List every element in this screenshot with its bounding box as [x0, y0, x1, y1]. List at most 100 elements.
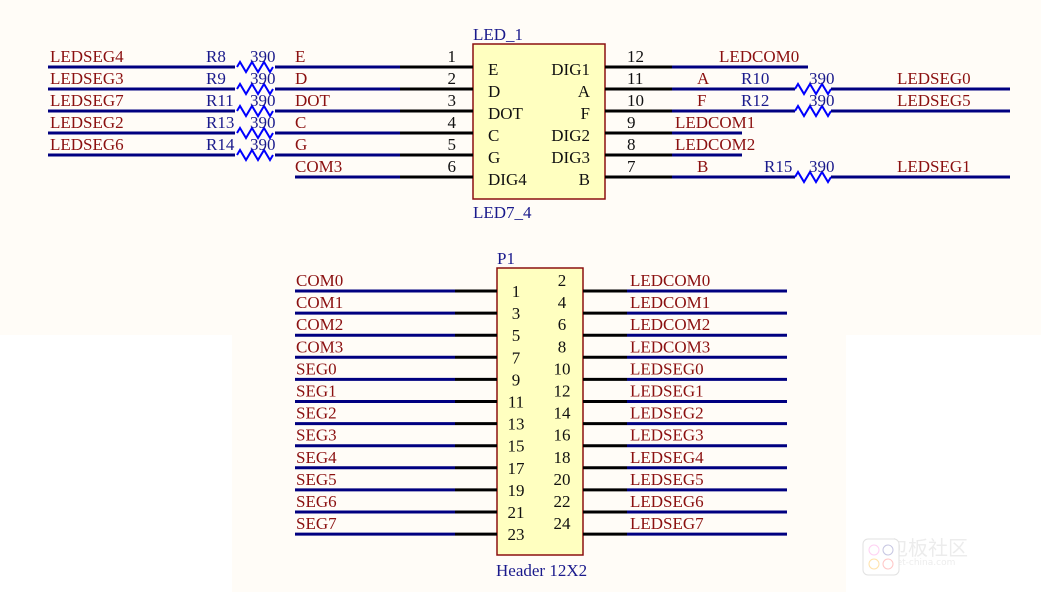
resistor-value: 390: [250, 47, 276, 66]
resistor-value: 390: [809, 91, 835, 110]
net-label: SEG5: [296, 470, 337, 489]
pin-number: 11: [508, 393, 524, 412]
net-label: LEDSEG3: [50, 69, 124, 88]
pin-number: 3: [512, 304, 521, 323]
header-comment: Header 12X2: [496, 561, 587, 580]
led-designator: LED_1: [473, 25, 523, 44]
net-label: LEDSEG1: [630, 382, 704, 401]
pin-number: 11: [627, 69, 643, 88]
net-label: G: [295, 135, 307, 154]
net-label: A: [697, 69, 710, 88]
pin-number: 12: [554, 382, 571, 401]
pin-number: 9: [627, 113, 636, 132]
resistor-designator: R10: [741, 69, 769, 88]
pin-number: 8: [627, 135, 636, 154]
net-label: LEDSEG1: [897, 157, 971, 176]
resistor-designator: R8: [206, 47, 226, 66]
pin-number: 1: [512, 282, 521, 301]
net-label: SEG7: [296, 514, 337, 533]
net-label: LEDSEG2: [50, 113, 124, 132]
pin-name: DIG2: [551, 126, 590, 145]
pin-number: 15: [508, 437, 525, 456]
net-label: E: [295, 47, 305, 66]
resistor-designator: R14: [206, 135, 235, 154]
net-label: LEDSEG4: [50, 47, 124, 66]
net-label: SEG0: [296, 359, 337, 378]
pin-name: G: [488, 148, 500, 167]
resistor-designator: R11: [206, 91, 234, 110]
pin-number: 7: [512, 348, 521, 367]
net-label: COM1: [296, 293, 343, 312]
pin-name: D: [488, 82, 500, 101]
net-label: LEDCOM3: [630, 337, 710, 356]
net-label: LEDSEG2: [630, 404, 704, 423]
pin-number: 12: [627, 47, 644, 66]
net-label: LEDCOM0: [719, 47, 799, 66]
pin-number: 2: [558, 271, 567, 290]
pin-number: 9: [512, 370, 521, 389]
net-label: SEG2: [296, 404, 337, 423]
net-label: C: [295, 113, 306, 132]
net-label: LEDCOM0: [630, 271, 710, 290]
pin-number: 19: [508, 481, 525, 500]
pin-name: DIG1: [551, 60, 590, 79]
watermark: 面包板社区 mbb.eet-china.com: [862, 538, 968, 576]
pin-number: 21: [508, 503, 525, 522]
resistor-value: 390: [250, 135, 276, 154]
pin-number: 5: [448, 135, 457, 154]
net-label: SEG3: [296, 426, 337, 445]
net-label: B: [697, 157, 708, 176]
resistor-value: 390: [809, 69, 835, 88]
pin-name: DOT: [488, 104, 524, 123]
net-label: F: [697, 91, 706, 110]
net-label: LEDSEG6: [50, 135, 124, 154]
pin-number: 8: [558, 337, 567, 356]
pin-number: 3: [448, 91, 457, 110]
pin-number: 5: [512, 326, 521, 345]
pin-number: 17: [508, 459, 526, 478]
pin-name: DIG4: [488, 170, 527, 189]
net-label: D: [295, 69, 307, 88]
net-label: COM3: [296, 337, 343, 356]
net-label: LEDSEG0: [897, 69, 971, 88]
pin-name: E: [488, 60, 498, 79]
net-label: LEDSEG7: [50, 91, 124, 110]
pin-number: 13: [508, 415, 525, 434]
pin-number: 2: [448, 69, 457, 88]
net-label: COM2: [296, 315, 343, 334]
net-label: LEDSEG3: [630, 426, 704, 445]
resistor-designator: R12: [741, 91, 769, 110]
net-label: LEDCOM1: [675, 113, 755, 132]
net-label: LEDSEG4: [630, 448, 704, 467]
pin-number: 14: [554, 404, 572, 423]
net-label: COM0: [296, 271, 343, 290]
pin-number: 10: [627, 91, 644, 110]
net-label: LEDSEG5: [630, 470, 704, 489]
net-label: LEDCOM2: [675, 135, 755, 154]
header-designator: P1: [497, 249, 515, 268]
pin-number: 6: [558, 315, 567, 334]
net-label: LEDSEG0: [630, 359, 704, 378]
resistor-value: 390: [250, 91, 276, 110]
pin-number: 22: [554, 492, 571, 511]
net-label: LEDSEG7: [630, 514, 704, 533]
net-label: LEDSEG6: [630, 492, 704, 511]
pin-number: 23: [508, 525, 525, 544]
pin-name: A: [578, 82, 591, 101]
pin-number: 4: [448, 113, 457, 132]
net-label: DOT: [295, 91, 331, 110]
net-label: SEG6: [296, 492, 337, 511]
watermark-logo-icon: [862, 538, 900, 576]
net-label: SEG4: [296, 448, 337, 467]
pin-number: 7: [627, 157, 636, 176]
resistor-designator: R9: [206, 69, 226, 88]
net-label: COM3: [295, 157, 342, 176]
net-label: LEDCOM1: [630, 293, 710, 312]
schematic-canvas: LED_1LED7_41EELEDSEG4 R8 3902DDLEDSEG3 R9 39…: [0, 0, 1041, 592]
schematic: LED_1 LED7_4 1 E E LEDSEG4 R8 390 2 D D LEDSEG3 R9 39…: [0, 0, 1041, 592]
resistor-value: 390: [809, 157, 835, 176]
pin-number: 6: [448, 157, 457, 176]
resistor-value: 390: [250, 113, 276, 132]
pin-name: C: [488, 126, 499, 145]
resistor-designator: R13: [206, 113, 234, 132]
